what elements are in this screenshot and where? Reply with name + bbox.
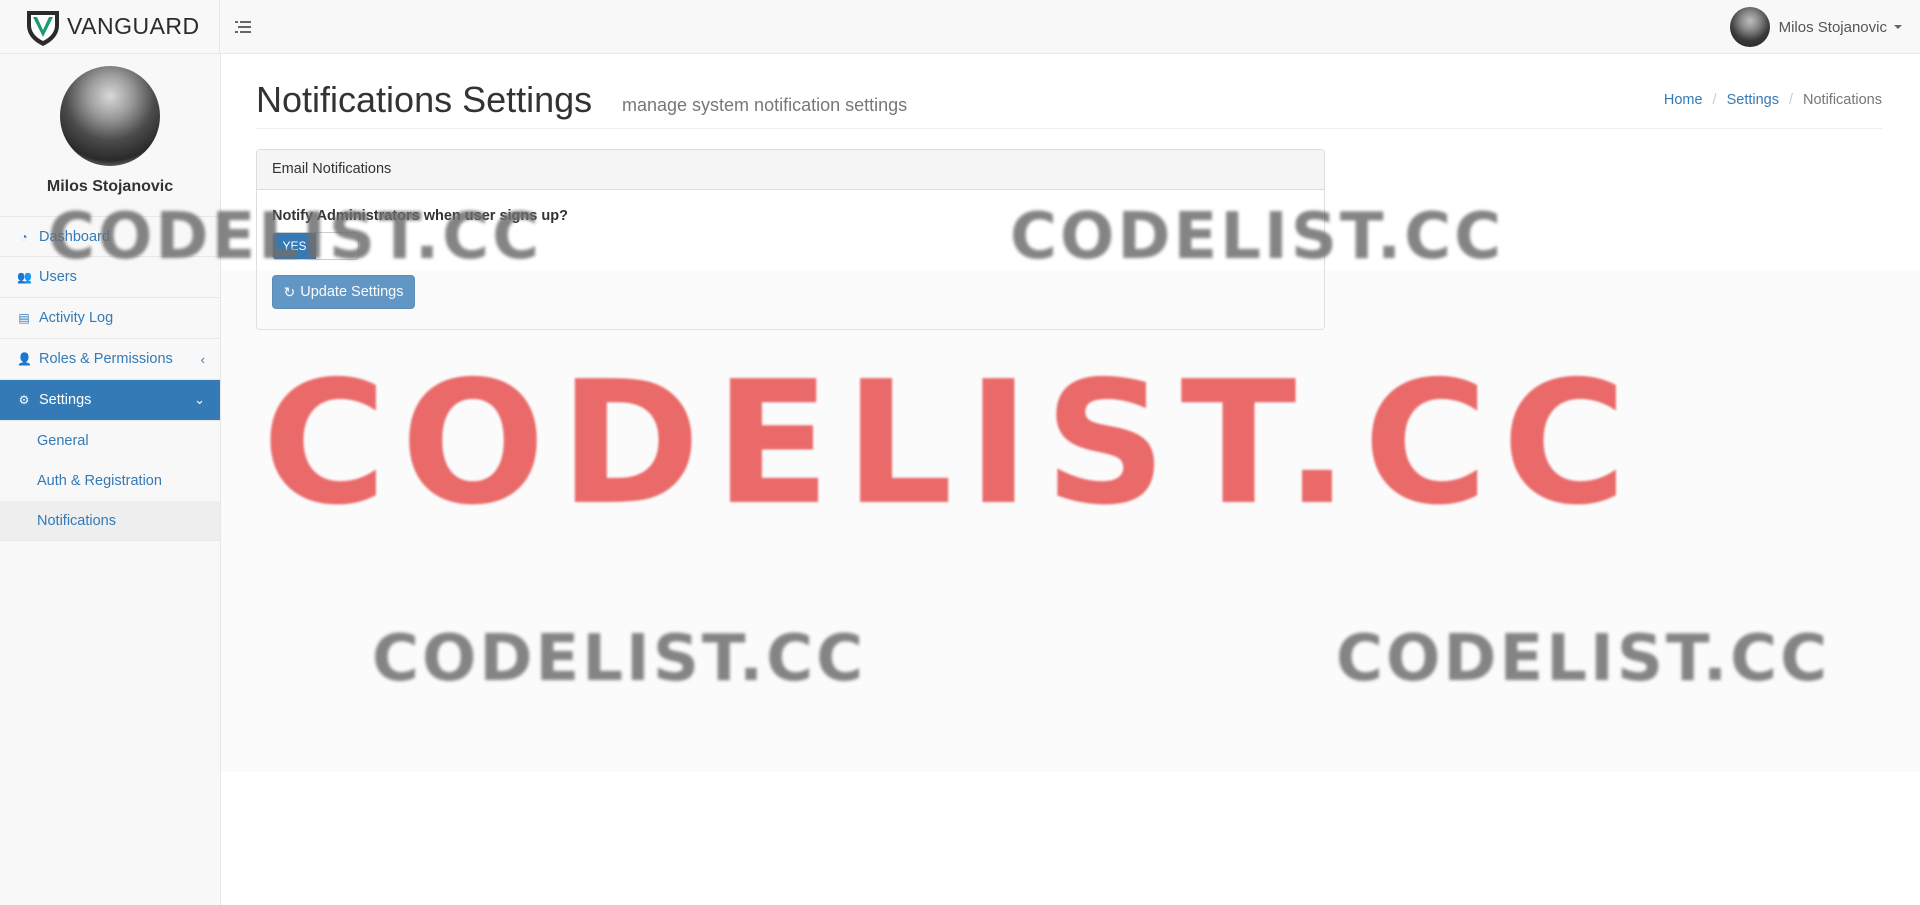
watermark: CODELIST.CC: [1336, 622, 1831, 696]
sidebar-profile: Milos Stojanovic: [0, 66, 220, 216]
sidebar-subitem-auth-registration[interactable]: Auth & Registration: [0, 461, 220, 501]
gear-icon: ⚙: [18, 393, 30, 407]
sidebar-subitem-notifications[interactable]: Notifications: [0, 501, 220, 541]
brand-name: VANGUARD: [67, 13, 200, 39]
breadcrumb: Home / Settings / Notifications: [1664, 92, 1882, 108]
sidebar-item-roles-permissions[interactable]: 👤 Roles & Permissions ‹: [0, 339, 220, 380]
panel-heading: Email Notifications: [257, 150, 1324, 190]
sidebar-item-label: Settings: [39, 392, 92, 408]
breadcrumb-separator: /: [1788, 92, 1794, 108]
list-icon: ▤: [18, 311, 30, 325]
watermark: CODELIST.CC: [1010, 200, 1505, 274]
profile-name: Milos Stojanovic: [46, 178, 174, 195]
sidebar-toggle-icon[interactable]: [232, 16, 254, 38]
sidebar-subitem-general[interactable]: General: [0, 421, 220, 461]
breadcrumb-separator: /: [1712, 92, 1717, 108]
shield-logo-icon: [27, 10, 59, 46]
sidebar: Milos Stojanovic ◔ Dashboard 👥 Users ▤ A…: [0, 54, 221, 905]
sidebar-subitem-label: General: [37, 433, 89, 449]
breadcrumb-home-link[interactable]: Home: [1664, 92, 1703, 108]
chevron-down-icon: ⌄: [194, 392, 205, 407]
sidebar-item-settings[interactable]: ⚙ Settings ⌄: [0, 380, 220, 421]
user-menu-name: Milos Stojanovic: [1778, 18, 1887, 36]
user-icon: 👤: [17, 352, 32, 366]
top-navbar: VANGUARD Milos Stojanovic: [0, 0, 1920, 54]
sidebar-item-label: Activity Log: [39, 310, 114, 326]
watermark: CODELIST.CC: [262, 345, 1641, 543]
brand-logo[interactable]: VANGUARD: [0, 0, 220, 53]
page-header: Notifications Settings manage system not…: [256, 79, 1882, 129]
sidebar-subitem-label: Auth & Registration: [37, 473, 162, 489]
chevron-left-icon: ‹: [200, 351, 205, 367]
avatar: [1729, 7, 1770, 47]
breadcrumb-current: Notifications: [1803, 92, 1882, 108]
sidebar-item-activity-log[interactable]: ▤ Activity Log: [0, 298, 220, 339]
user-menu-dropdown[interactable]: Milos Stojanovic: [1729, 6, 1902, 48]
page-subtitle: manage system notification settings: [622, 95, 908, 115]
sidebar-subitem-label: Notifications: [37, 512, 116, 529]
watermark: CODELIST.CC: [372, 622, 867, 696]
sidebar-item-label: Roles & Permissions: [39, 351, 173, 367]
chevron-down-icon: [1894, 25, 1902, 29]
profile-avatar[interactable]: [60, 66, 160, 166]
users-icon: 👥: [17, 270, 32, 284]
breadcrumb-settings-link[interactable]: Settings: [1727, 92, 1779, 108]
dashboard-icon: ◔: [20, 229, 28, 244]
watermark: CODELIST.CC: [48, 200, 543, 274]
page-title: Notifications Settings: [256, 79, 593, 120]
